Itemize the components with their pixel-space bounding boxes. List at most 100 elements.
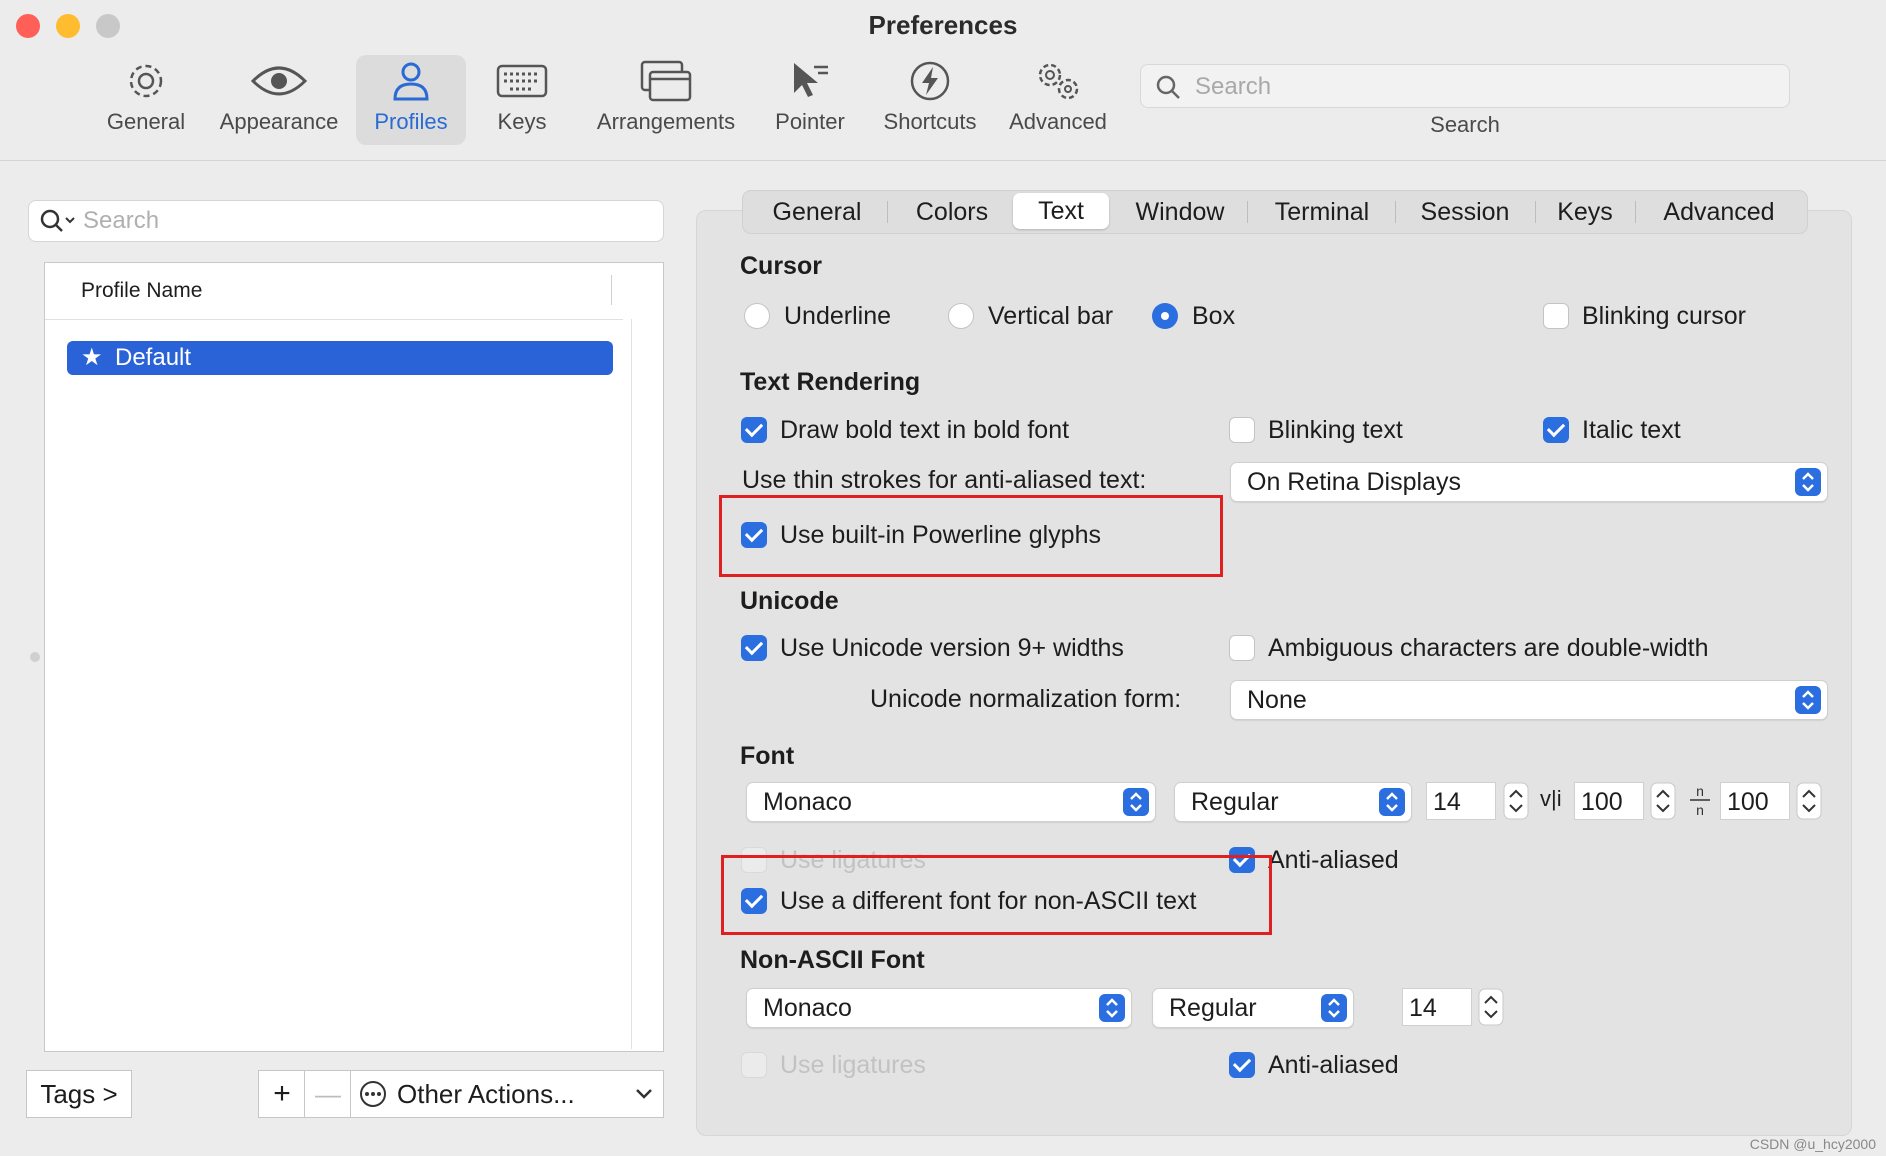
eye-icon (251, 66, 307, 96)
non-ascii-style-value: Regular (1169, 994, 1257, 1022)
toolbar-search-label: Search (1430, 112, 1500, 137)
windows-icon (640, 60, 692, 102)
normalization-select[interactable]: None (1230, 680, 1828, 720)
other-actions-button[interactable]: Other Actions... (350, 1070, 664, 1118)
blinking-text-label: Blinking text (1268, 416, 1403, 444)
non-ascii-antialiased-label: Anti-aliased (1268, 1051, 1399, 1079)
blinking-cursor-checkbox[interactable] (1543, 303, 1569, 329)
ellipsis-circle-icon (360, 1081, 386, 1107)
remove-icon: — (315, 1078, 341, 1109)
toolbar-search-field[interactable]: Search (1140, 64, 1790, 108)
cursor-heading: Cursor (740, 252, 822, 280)
profile-row-label: Default (115, 344, 192, 371)
powerline-checkbox[interactable] (741, 522, 767, 548)
bolt-icon (910, 61, 950, 101)
font-style-select[interactable]: Regular (1174, 782, 1412, 822)
up-down-chevron-icon (1379, 788, 1405, 816)
non-ascii-ligatures-checkbox[interactable] (741, 1052, 767, 1078)
unicode-v9-checkbox[interactable] (741, 635, 767, 661)
toolbar-arrangements-label: Arrangements (596, 109, 736, 134)
pointer-icon (794, 63, 828, 97)
font-size-field[interactable]: 14 (1426, 782, 1496, 820)
toolbar-general[interactable]: General (96, 55, 196, 145)
toolbar-appearance[interactable]: Appearance (212, 55, 346, 145)
toolbar-pointer[interactable]: Pointer (764, 55, 856, 145)
non-ascii-antialiased-checkbox[interactable] (1229, 1052, 1255, 1078)
toolbar-keys[interactable]: Keys (480, 55, 564, 145)
tab-text[interactable]: Text (1013, 193, 1109, 229)
tab-general[interactable]: General (745, 191, 889, 233)
blinking-cursor-label: Blinking cursor (1582, 302, 1746, 330)
profile-search-input[interactable]: Search (28, 200, 664, 242)
profile-name-column: Profile Name (81, 279, 203, 302)
svg-text:n: n (1696, 784, 1704, 799)
tab-separator (887, 201, 888, 223)
tab-session[interactable]: Session (1397, 191, 1533, 233)
list-scroll-divider (631, 319, 632, 1049)
thin-strokes-value: On Retina Displays (1247, 468, 1461, 496)
column-divider (611, 275, 612, 305)
tab-colors[interactable]: Colors (889, 191, 1015, 233)
thin-strokes-select[interactable]: On Retina Displays (1230, 462, 1828, 502)
add-profile-button[interactable]: + (258, 1070, 306, 1118)
tab-keys[interactable]: Keys (1535, 191, 1635, 233)
non-ascii-font-label: Use a different font for non-ASCII text (780, 887, 1197, 915)
non-ascii-ligatures-label: Use ligatures (780, 1051, 926, 1079)
profile-row-default[interactable]: ★ Default (67, 341, 613, 375)
profile-list-header[interactable]: Profile Name (45, 263, 623, 320)
toolbar-appearance-label: Appearance (219, 109, 339, 134)
radio-underline-label: Underline (784, 302, 892, 330)
font-family-select[interactable]: Monaco (746, 782, 1156, 822)
vspace-field[interactable]: 100 (1574, 782, 1644, 820)
italic-text-checkbox[interactable] (1543, 417, 1569, 443)
radio-vertical-bar-label: Vertical bar (988, 302, 1114, 330)
profile-tabs: General Colors Text Window Terminal Sess… (742, 190, 1808, 234)
toolbar-shortcuts-label: Shortcuts (883, 109, 977, 134)
font-family-value: Monaco (763, 788, 852, 816)
tags-button[interactable]: Tags > (26, 1070, 132, 1118)
hspace-field[interactable]: 100 (1720, 782, 1790, 820)
tab-advanced[interactable]: Advanced (1635, 191, 1803, 233)
non-ascii-style-select[interactable]: Regular (1152, 988, 1354, 1028)
star-icon: ★ (81, 343, 103, 371)
hspace-stepper[interactable] (1796, 782, 1822, 820)
font-size-stepper[interactable] (1503, 782, 1529, 820)
tags-button-label: Tags > (40, 1078, 118, 1109)
toolbar-search-placeholder: Search (1195, 73, 1272, 100)
gears-icon (1038, 63, 1079, 100)
remove-profile-button[interactable]: — (304, 1070, 352, 1118)
tab-window[interactable]: Window (1109, 191, 1251, 233)
profile-search-placeholder: Search (83, 207, 160, 234)
gear-icon (129, 64, 163, 98)
radio-box[interactable] (1152, 303, 1178, 329)
tab-terminal[interactable]: Terminal (1247, 191, 1397, 233)
window-title: Preferences (868, 10, 1018, 40)
split-handle[interactable] (30, 652, 40, 662)
non-ascii-font-checkbox[interactable] (741, 888, 767, 914)
unicode-heading: Unicode (740, 587, 839, 615)
toolbar-arrangements[interactable]: Arrangements (584, 55, 748, 145)
vspace-stepper[interactable] (1650, 782, 1676, 820)
radio-vertical-bar[interactable] (948, 303, 974, 329)
non-ascii-family-select[interactable]: Monaco (746, 988, 1132, 1028)
vspace-value: 100 (1581, 788, 1623, 816)
normalization-label: Unicode normalization form: (870, 685, 1182, 713)
radio-box-label: Box (1192, 302, 1236, 330)
blinking-text-checkbox[interactable] (1229, 417, 1255, 443)
tab-separator (1395, 201, 1396, 223)
ambiguous-width-checkbox[interactable] (1229, 635, 1255, 661)
add-icon: + (273, 1077, 291, 1110)
toolbar-advanced[interactable]: Advanced (1002, 55, 1114, 145)
non-ascii-size-field[interactable]: 14 (1402, 988, 1472, 1026)
unicode-v9-label: Use Unicode version 9+ widths (780, 634, 1124, 662)
radio-underline[interactable] (744, 303, 770, 329)
toolbar-profiles[interactable]: Profiles (356, 55, 466, 145)
search-icon (1156, 75, 1180, 99)
non-ascii-size-stepper[interactable] (1478, 988, 1504, 1026)
vspace-icon: v|i (1540, 786, 1562, 811)
text-rendering-heading: Text Rendering (740, 368, 921, 396)
up-down-chevron-icon (1321, 994, 1347, 1022)
toolbar-shortcuts[interactable]: Shortcuts (874, 55, 986, 145)
watermark: CSDN @u_hcy2000 (1749, 1136, 1876, 1152)
bold-font-checkbox[interactable] (741, 417, 767, 443)
